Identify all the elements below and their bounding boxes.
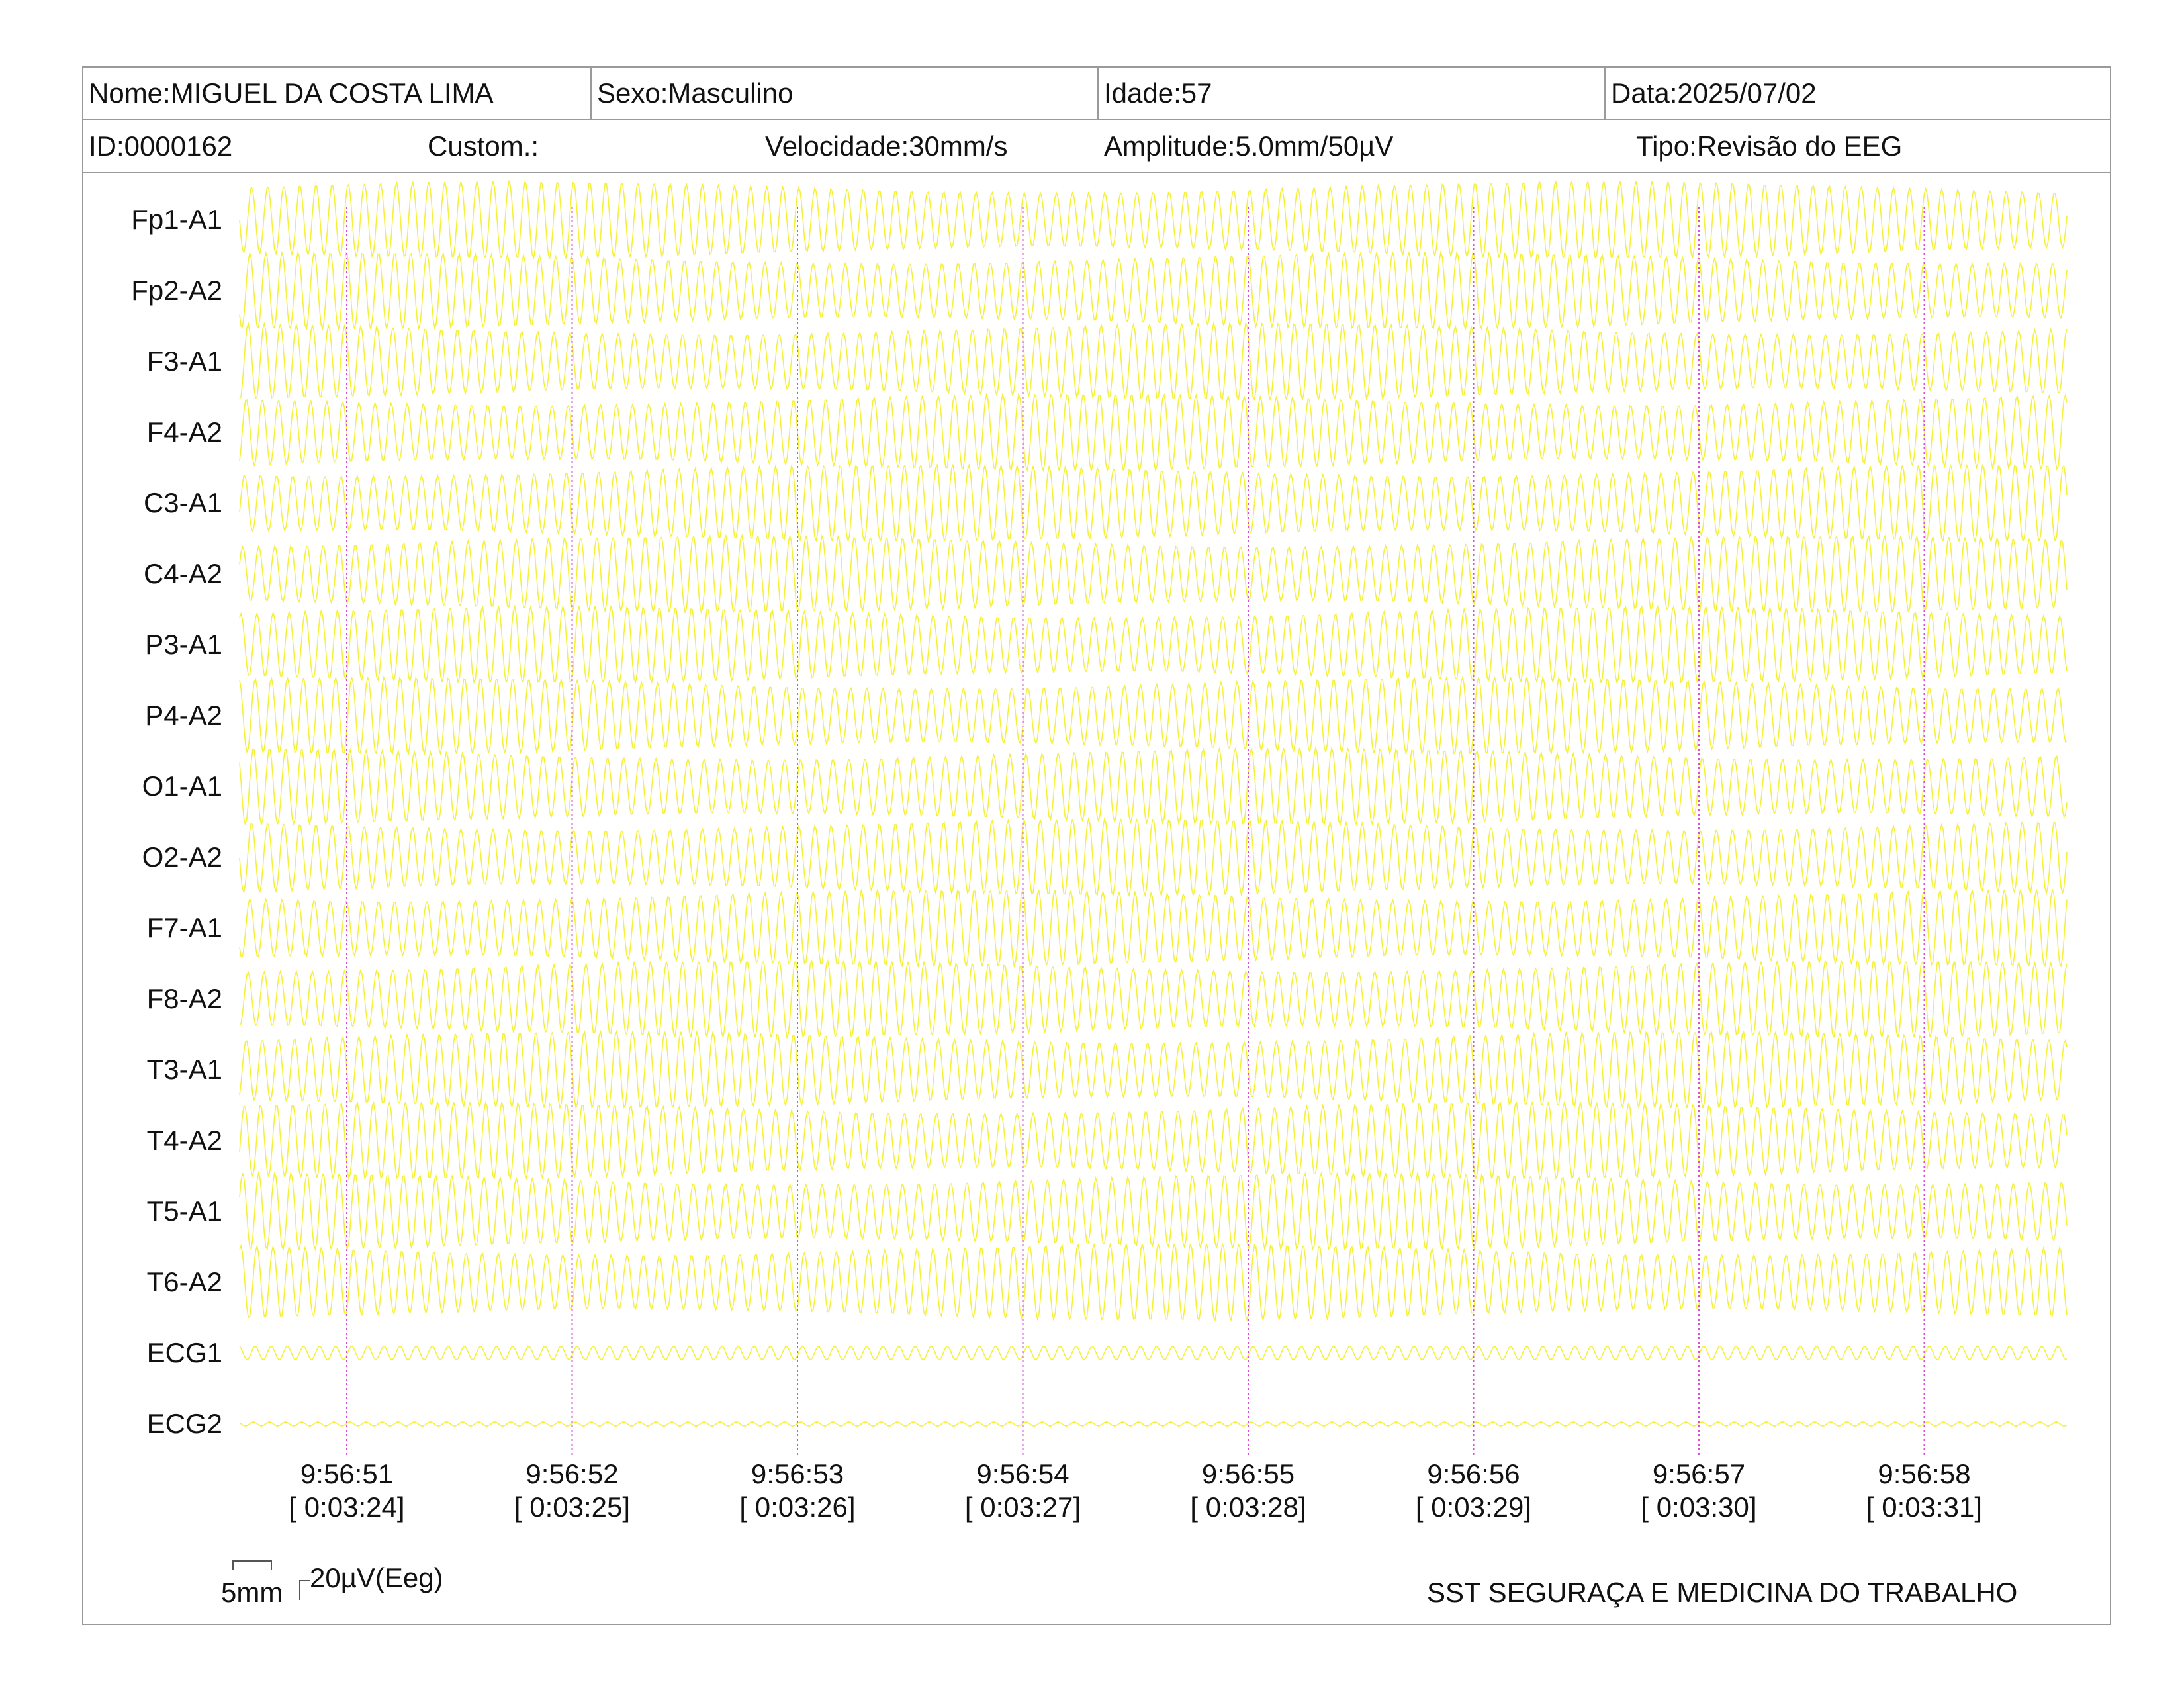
time-clock-label: 9:56:57 [1653,1458,1745,1489]
amplitude-scale-mark [299,1580,310,1600]
trace-p4-a2 [239,675,2068,756]
eeg-report-sheet: Nome:MIGUEL DA COSTA LIMA Sexo:Masculino… [82,66,2111,1625]
time-clock-label: 9:56:56 [1427,1458,1520,1489]
time-clock-label: 9:56:58 [1878,1458,1970,1489]
trace-t4-a2 [239,1100,2068,1181]
time-clock-label: 9:56:51 [300,1458,393,1489]
channel-label-c4-a2: C4-A2 [144,558,222,589]
trace-t6-a2 [239,1242,2068,1323]
eeg-trace-area: Fp1-A1 Fp2-A2 F3-A1 F4-A2 C3-A1 C4-A2 P3-A1 P4-… [83,173,2110,1626]
channel-label-o2-a2: O2-A2 [142,841,222,872]
patient-age: Idade:57 [1097,68,1212,119]
time-elapsed-label: [ 0:03:24] [289,1491,404,1523]
scale-bar [232,1560,272,1570]
trace-f4-a2 [239,393,2068,473]
time-clock-label: 9:56:52 [525,1458,618,1489]
channel-label-ecg2: ECG2 [147,1408,222,1439]
channel-label-fp2-a2: Fp2-A2 [131,275,222,306]
time-elapsed-label: [ 0:03:30] [1641,1491,1756,1523]
trace-t5-a1 [239,1171,2068,1252]
trace-p3-a1 [239,604,2068,685]
exam-date: Data:2025/07/02 [1604,68,1817,119]
trace-o2-a2 [239,817,2068,898]
header-row-2: ID:0000162 Custom.: Velocidade:30mm/s Am… [83,120,2110,173]
patient-name: Nome:MIGUEL DA COSTA LIMA [89,77,494,109]
channel-label-p4-a2: P4-A2 [145,700,222,731]
amplitude-setting: Amplitude:5.0mm/50µV [1104,130,1394,162]
channel-label-o1-a1: O1-A1 [142,771,222,802]
time-elapsed-label: [ 0:03:28] [1190,1491,1306,1523]
patient-id: ID:0000162 [89,130,233,162]
header-row-1: Nome:MIGUEL DA COSTA LIMA Sexo:Masculino… [83,68,2110,120]
trace-ecg1 [239,1346,2068,1360]
trace-c3-a1 [239,463,2068,543]
trace-o1-a1 [239,746,2068,827]
trace-fp1-a1 [239,179,2068,260]
trace-f8-a2 [239,959,2068,1039]
trace-c4-a2 [239,534,2068,614]
trace-f7-a1 [239,888,2068,968]
time-clock-label: 9:56:53 [751,1458,844,1489]
channel-label-f7-a1: F7-A1 [147,912,222,943]
channel-label-t3-a1: T3-A1 [147,1054,222,1085]
speed-setting: Velocidade:30mm/s [765,130,1008,162]
scale-time-label: 5mm [221,1577,283,1608]
time-clock-label: 9:56:54 [976,1458,1069,1489]
time-elapsed-label: [ 0:03:31] [1866,1491,1982,1523]
time-elapsed-label: [ 0:03:27] [965,1491,1081,1523]
channel-label-fp1-a1: Fp1-A1 [131,204,222,235]
trace-fp2-a2 [239,250,2068,331]
patient-sex: Sexo:Masculino [590,68,793,119]
time-elapsed-label: [ 0:03:26] [739,1491,855,1523]
channel-label-t5-a1: T5-A1 [147,1196,222,1227]
channel-label-c3-a1: C3-A1 [144,487,222,518]
company-name: SST SEGURAÇA E MEDICINA DO TRABALHO [1427,1577,2018,1608]
channel-label-f4-a2: F4-A2 [147,416,222,447]
eeg-plot: Fp1-A1 Fp2-A2 F3-A1 F4-A2 C3-A1 C4-A2 P3-A1 P4-… [131,179,2068,1523]
time-clock-label: 9:56:55 [1202,1458,1295,1489]
custom-field: Custom.: [428,130,539,162]
trace-f3-a1 [239,321,2068,402]
time-elapsed-label: [ 0:03:25] [514,1491,630,1523]
scale-amplitude-label: 20µV(Eeg) [310,1562,443,1593]
trace-t3-a1 [239,1029,2068,1110]
trace-ecg2 [239,1421,2068,1427]
time-elapsed-label: [ 0:03:29] [1416,1491,1531,1523]
channel-label-f8-a2: F8-A2 [147,983,222,1014]
channel-label-p3-a1: P3-A1 [145,629,222,660]
exam-type: Tipo:Revisão do EEG [1636,130,1903,162]
channel-label-f3-a1: F3-A1 [147,346,222,377]
channel-label-ecg1: ECG1 [147,1337,222,1368]
channel-label-t4-a2: T4-A2 [147,1125,222,1156]
channel-label-t6-a2: T6-A2 [147,1266,222,1297]
